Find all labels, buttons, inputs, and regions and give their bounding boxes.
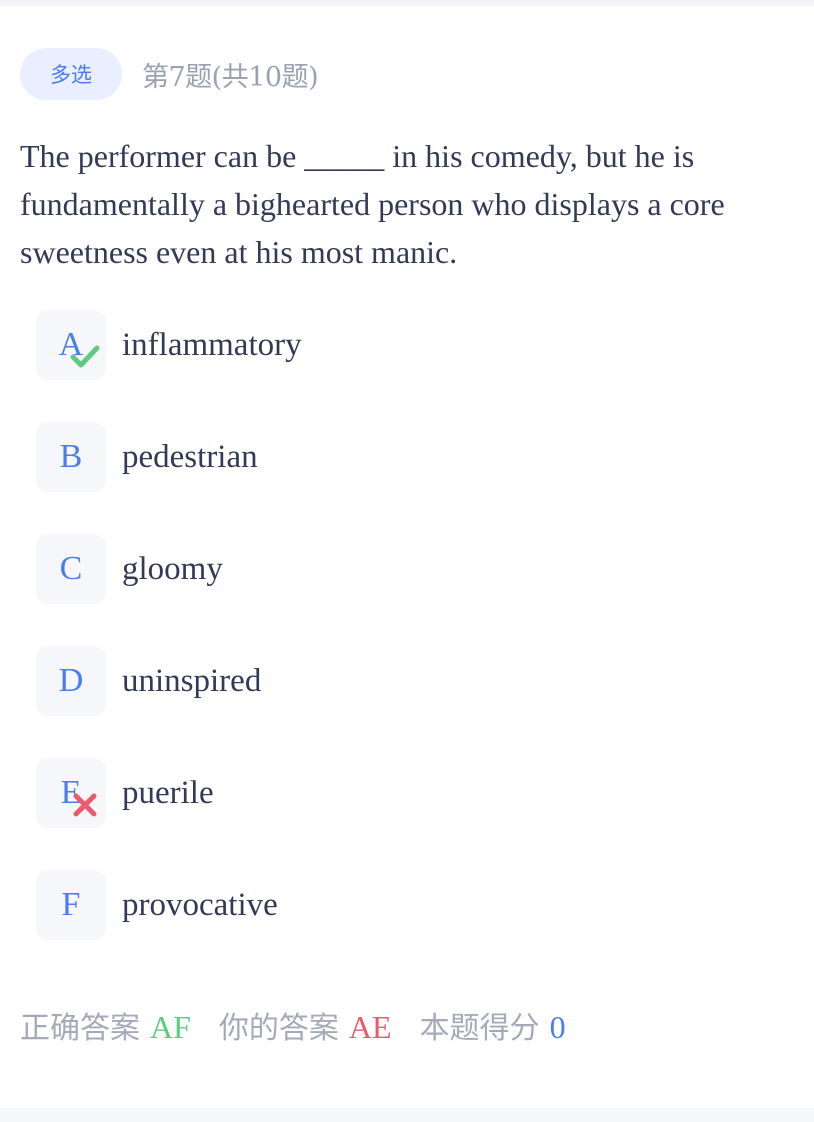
question-type-badge: 多选 <box>20 48 122 100</box>
question-text: The performer can be _____ in his comedy… <box>20 138 725 270</box>
option-letter-box: A <box>36 310 106 380</box>
option-letter-box: B <box>36 422 106 492</box>
option-text: inflammatory <box>122 326 302 363</box>
option-text: pedestrian <box>122 438 258 475</box>
your-answer-value: AE <box>348 1009 392 1045</box>
option-text: provocative <box>122 886 278 923</box>
option-letter: B <box>59 438 83 475</box>
your-answer-label: 你的答案 <box>218 1011 339 1046</box>
option-letter-box: F <box>36 870 106 940</box>
options-list: A inflammatory B pedestrian C gloomy D u… <box>36 310 302 982</box>
question-progress: 第7题(共10题) <box>142 61 319 93</box>
correct-answer-value: AF <box>150 1009 191 1045</box>
option-f[interactable]: F provocative <box>36 870 302 940</box>
bottom-divider <box>0 1108 814 1122</box>
option-e[interactable]: E puerile <box>36 758 302 828</box>
score-label: 本题得分 <box>419 1011 540 1046</box>
top-divider <box>0 0 814 6</box>
option-text: gloomy <box>122 550 223 587</box>
option-letter-box: C <box>36 534 106 604</box>
option-b[interactable]: B pedestrian <box>36 422 302 492</box>
option-letter: C <box>59 550 83 587</box>
answer-summary: 正确答案 AF 你的答案 AE 本题得分 0 <box>20 1003 566 1047</box>
option-letter-box: D <box>36 646 106 716</box>
option-a[interactable]: A inflammatory <box>36 310 302 380</box>
correct-answer-label: 正确答案 <box>20 1011 140 1046</box>
option-text: uninspired <box>122 662 262 699</box>
option-letter: D <box>58 662 84 699</box>
score-value: 0 <box>549 1009 566 1045</box>
check-icon <box>70 345 100 368</box>
cross-icon <box>73 793 97 817</box>
question-header: 多选 第7题(共10题) <box>20 48 319 100</box>
option-text: puerile <box>122 774 214 811</box>
option-c[interactable]: C gloomy <box>36 534 302 604</box>
option-letter-box: E <box>36 758 106 828</box>
option-d[interactable]: D uninspired <box>36 646 302 716</box>
option-letter: F <box>61 886 81 923</box>
